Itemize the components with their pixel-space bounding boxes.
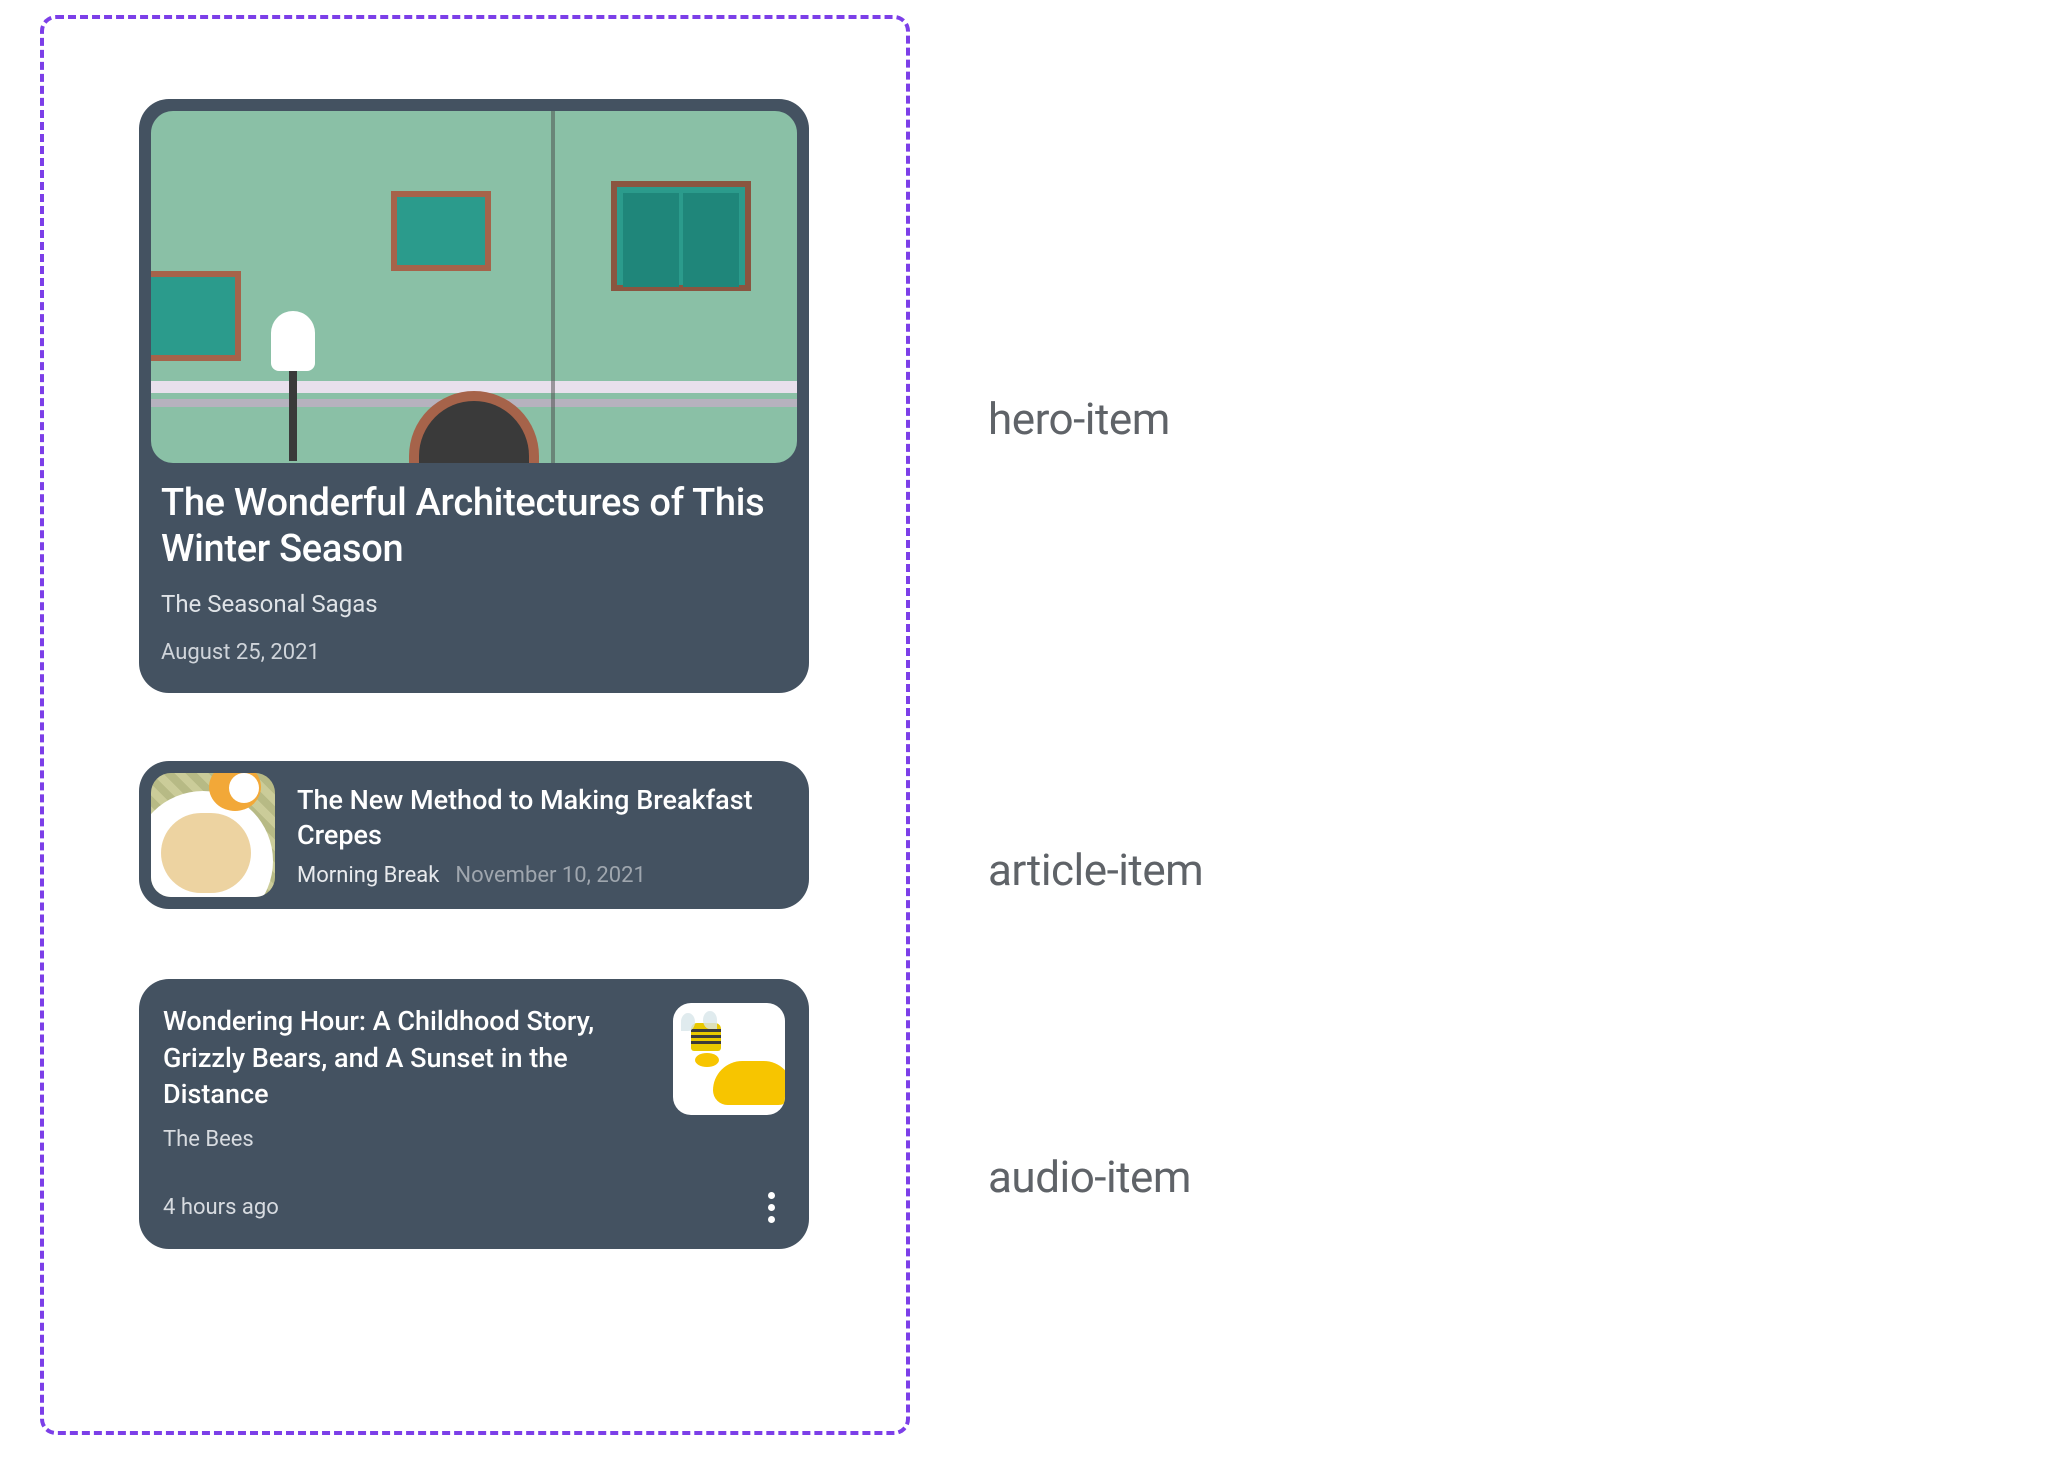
component-list-container: The Wonderful Architectures of This Wint… xyxy=(40,15,910,1435)
article-thumbnail xyxy=(151,773,275,897)
hero-item-card[interactable]: The Wonderful Architectures of This Wint… xyxy=(139,99,809,693)
audio-source: The Bees xyxy=(163,1127,651,1152)
article-item-card[interactable]: The New Method to Making Breakfast Crepe… xyxy=(139,761,809,909)
more-options-button[interactable] xyxy=(758,1186,785,1229)
audio-item-card[interactable]: Wondering Hour: A Childhood Story, Grizz… xyxy=(139,979,809,1248)
audio-bottom: 4 hours ago xyxy=(163,1186,785,1229)
audio-title: Wondering Hour: A Childhood Story, Grizz… xyxy=(163,1003,651,1112)
article-title: The New Method to Making Breakfast Crepe… xyxy=(297,783,789,853)
audio-top: Wondering Hour: A Childhood Story, Grizz… xyxy=(163,1003,785,1151)
more-vert-icon xyxy=(768,1192,775,1199)
audio-text: Wondering Hour: A Childhood Story, Grizz… xyxy=(163,1003,651,1151)
hero-date: August 25, 2021 xyxy=(161,640,787,665)
article-source: Morning Break xyxy=(297,863,439,888)
audio-time: 4 hours ago xyxy=(163,1195,279,1220)
label-audio-item: audio-item xyxy=(988,1151,1191,1203)
article-date: November 10, 2021 xyxy=(455,863,645,888)
hero-source: The Seasonal Sagas xyxy=(161,590,787,618)
hero-image xyxy=(151,111,797,463)
label-article-item: article-item xyxy=(988,844,1203,896)
article-text: The New Method to Making Breakfast Crepe… xyxy=(297,783,789,888)
audio-thumbnail xyxy=(673,1003,785,1115)
hero-title: The Wonderful Architectures of This Wint… xyxy=(161,481,787,572)
label-hero-item: hero-item xyxy=(988,393,1170,445)
article-meta: Morning Break November 10, 2021 xyxy=(297,863,789,888)
hero-body: The Wonderful Architectures of This Wint… xyxy=(139,463,809,693)
